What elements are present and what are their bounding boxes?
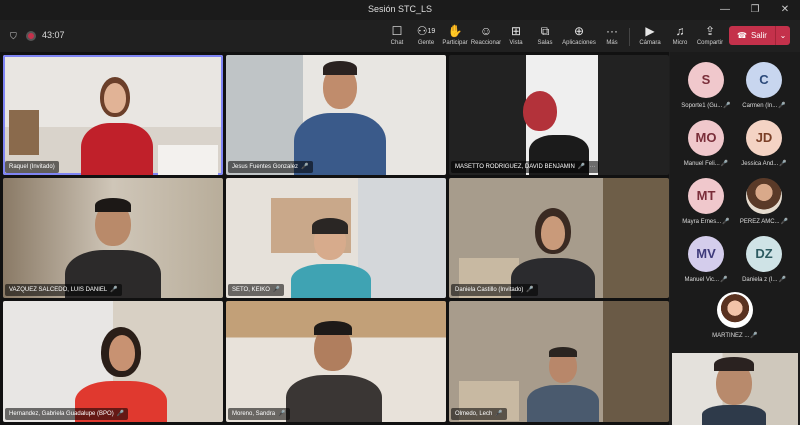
avatar: MT xyxy=(688,178,724,214)
mic-muted-icon: 🎤 xyxy=(495,411,503,417)
video-grid: Raquel (Invitado) Jesus Fuentes Gonzalez… xyxy=(0,52,669,425)
participant-avatar-tile[interactable]: DZ Daniela z (I...🎤 xyxy=(734,236,794,288)
apps-button[interactable]: ⊕ Aplicaciones xyxy=(561,24,597,51)
phone-hangup-icon: ☎ xyxy=(737,31,747,40)
mic-muted-icon: 🎤 xyxy=(577,164,586,170)
participant-avatar-tile[interactable]: PEREZ AMC...🎤 xyxy=(734,178,794,230)
video-tile[interactable]: Hernandez, Gabriela Guadalupe (BPO) 🎤 xyxy=(3,301,223,422)
participant-avatar-tile[interactable]: MO Manuel Feli...🎤 xyxy=(676,120,736,172)
share-button[interactable]: ⇪ Compartir xyxy=(692,24,728,51)
avatar: JD xyxy=(746,120,782,156)
mic-muted-icon: 🎤 xyxy=(301,164,309,170)
leave-button[interactable]: ☎ Salir ⌄ xyxy=(729,26,790,45)
shield-icon[interactable]: ⛉ xyxy=(10,30,20,42)
avatar: MV xyxy=(688,236,724,272)
more-button[interactable]: ··· Más xyxy=(594,24,630,51)
avatar: S xyxy=(688,62,724,98)
recording-icon xyxy=(26,31,36,41)
video-tile[interactable]: Moreno, Sandra 🎤 xyxy=(226,301,446,422)
mic-muted-icon: 🎤 xyxy=(278,411,286,417)
participant-avatar-tile[interactable]: S Soporte1 (Gu...🎤 xyxy=(676,62,736,114)
participant-name: Hernandez, Gabriela Guadalupe (BPO) 🎤 xyxy=(5,408,129,420)
mic-muted-icon: 🎤 xyxy=(779,161,787,167)
more-options-icon[interactable]: ··· xyxy=(589,164,595,170)
people-icon: ⚇ xyxy=(416,24,428,38)
mic-muted-icon: 🎤 xyxy=(526,287,534,293)
video-tile[interactable]: MASETTO RODRIGUEZ, DAVID BENJAMIN 🎤 ··· xyxy=(449,55,669,175)
chevron-down-icon[interactable]: ⌄ xyxy=(775,26,790,45)
apps-icon: ⊕ xyxy=(573,24,585,38)
participant-name: SETO, KEIKO 🎤 xyxy=(228,284,285,296)
participant-name: Jesus Fuentes Gonzalez 🎤 xyxy=(228,161,313,173)
participant-name: Olmedo, Lech 🎤 xyxy=(451,408,507,420)
video-tile[interactable]: Jesus Fuentes Gonzalez 🎤 xyxy=(226,55,446,175)
minimize-icon[interactable]: — xyxy=(710,2,740,18)
avatar: MO xyxy=(688,120,724,156)
participant-avatar-tile[interactable]: MARTINEZ ...🎤 xyxy=(705,292,765,344)
mic-muted-icon: 🎤 xyxy=(110,287,118,293)
rooms-icon: ⧉ xyxy=(540,24,550,38)
video-tile[interactable]: Daniela Castillo (Invitado) 🎤 xyxy=(449,178,669,298)
video-tile[interactable]: Olmedo, Lech 🎤 xyxy=(449,301,669,422)
participant-avatar-tile[interactable]: MV Manuel Vic...🎤 xyxy=(676,236,736,288)
participant-name: VAZQUEZ SALCEDO, LUIS DANIEL 🎤 xyxy=(5,284,122,296)
participant-name: Raquel (Invitado) xyxy=(5,161,59,173)
mic-muted-icon: 🎤 xyxy=(720,161,729,167)
mic-muted-icon: 🎤 xyxy=(722,219,730,225)
mic-muted-icon: 🎤 xyxy=(778,103,786,109)
avatar-photo xyxy=(717,292,753,328)
mic-muted-icon: 🎤 xyxy=(750,333,758,339)
maximize-icon[interactable]: ❐ xyxy=(740,2,770,18)
participant-name: Moreno, Sandra 🎤 xyxy=(228,408,290,420)
mic-muted-icon: 🎤 xyxy=(723,103,731,109)
mic-muted-icon: 🎤 xyxy=(720,277,728,283)
window-title: Sesión STC_LS xyxy=(367,4,433,14)
video-tile[interactable]: SETO, KEIKO 🎤 xyxy=(226,178,446,298)
video-tile[interactable]: VAZQUEZ SALCEDO, LUIS DANIEL 🎤 xyxy=(3,178,223,298)
participant-avatar-tile[interactable]: C Carmen (In...🎤 xyxy=(734,62,794,114)
meeting-timer: 43:07 xyxy=(42,30,65,40)
avatar: C xyxy=(746,62,782,98)
share-icon: ⇪ xyxy=(704,24,716,38)
people-count: 19 xyxy=(427,28,436,35)
participant-name: Daniela Castillo (Invitado) 🎤 xyxy=(451,284,538,296)
avatar: DZ xyxy=(746,236,782,272)
leave-label: Salir xyxy=(750,31,767,40)
toolbar-divider xyxy=(629,28,630,46)
participant-name: MASETTO RODRIGUEZ, DAVID BENJAMIN 🎤 ··· xyxy=(451,161,600,173)
mic-muted-icon: 🎤 xyxy=(780,219,789,225)
title-bar: Sesión STC_LS — ❐ ✕ xyxy=(0,0,800,20)
video-tile[interactable]: Raquel (Invitado) xyxy=(3,55,223,175)
self-view-video[interactable] xyxy=(672,353,798,425)
avatar-photo xyxy=(746,178,782,214)
mic-muted-icon: 🎤 xyxy=(272,287,281,293)
participant-avatar-tile[interactable]: JD Jessica And...🎤 xyxy=(734,120,794,172)
mic-muted-icon: 🎤 xyxy=(778,277,786,283)
rooms-button[interactable]: ⧉ Salas xyxy=(527,24,563,51)
meeting-toolbar: ⛉ 43:07 ☐ Chat ⚇19 Gente ✋ Participar ☺ … xyxy=(0,20,800,52)
participant-avatar-tile[interactable]: MT Mayra Ernes...🎤 xyxy=(676,178,736,230)
mic-muted-icon: 🎤 xyxy=(116,411,125,417)
close-icon[interactable]: ✕ xyxy=(770,2,800,18)
more-icon: ··· xyxy=(606,24,618,38)
